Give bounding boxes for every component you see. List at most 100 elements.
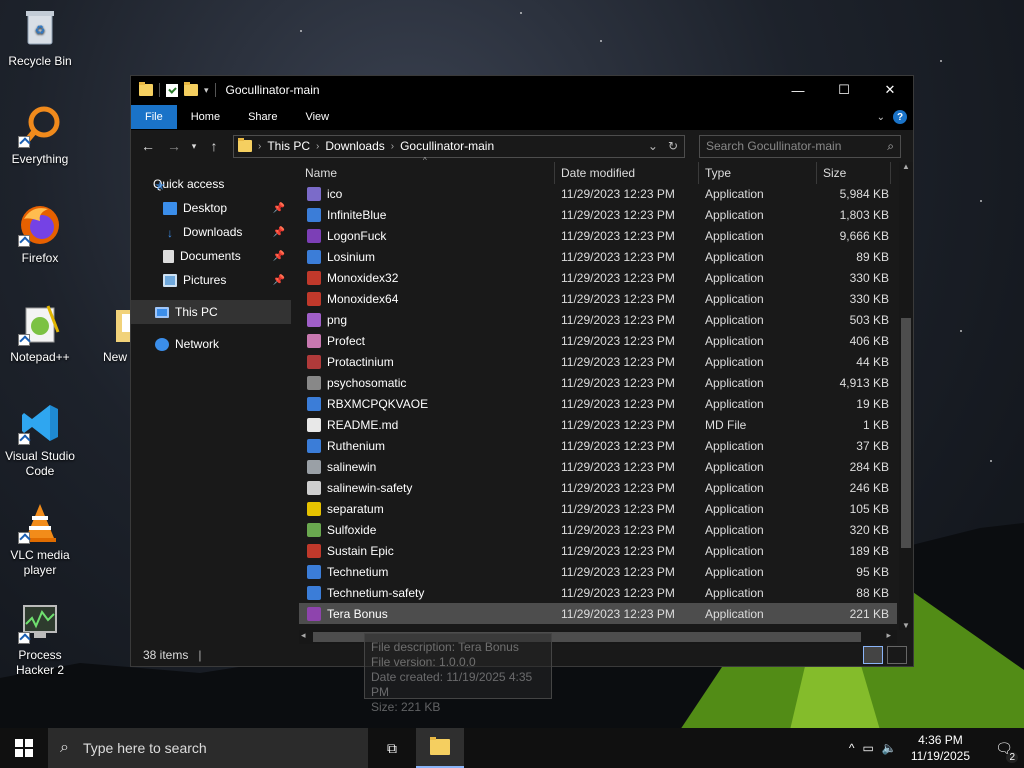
application-icon — [307, 438, 321, 453]
vertical-scrollbar[interactable]: ▲ ▼ — [899, 162, 913, 630]
file-row[interactable]: Sustain Epic 11/29/2023 12:23 PM Applicati… — [299, 540, 897, 561]
scrollbar-thumb[interactable] — [901, 318, 911, 548]
sidebar-item-documents[interactable]: Documents 📌 — [131, 244, 291, 268]
column-header-date-modified[interactable]: Date modified — [555, 162, 699, 184]
network-status-icon[interactable]: ▭ — [863, 741, 874, 755]
file-row[interactable]: Technetium-safety 11/29/2023 12:23 PM Appl… — [299, 582, 897, 603]
back-arrow-icon[interactable]: ← — [137, 135, 159, 157]
file-date-cell: 11/29/2023 12:23 PM — [561, 480, 675, 495]
volume-muted-icon[interactable]: 🔈 — [882, 741, 897, 755]
desktop-icon-vscode[interactable]: Visual Studio Code — [2, 401, 78, 479]
tab-home[interactable]: Home — [177, 104, 234, 130]
desktop-icon-everything[interactable]: Everything — [2, 104, 78, 167]
start-button[interactable] — [0, 728, 48, 768]
application-icon — [307, 333, 321, 348]
star-icon: ★ — [154, 177, 166, 193]
tab-view[interactable]: View — [291, 104, 343, 130]
new-folder-icon[interactable] — [184, 82, 198, 96]
file-row[interactable]: separatum 11/29/2023 12:23 PM Application 1… — [299, 498, 897, 519]
file-row[interactable]: Tera Bonus 11/29/2023 12:23 PM Application… — [299, 603, 897, 624]
file-date-cell: 11/29/2023 12:23 PM — [561, 564, 675, 579]
scroll-right-icon[interactable]: ▸ — [886, 630, 891, 641]
file-row[interactable]: psychosomatic 11/29/2023 12:23 PM Applicat… — [299, 372, 897, 393]
minimize-button[interactable]: — — [775, 76, 821, 104]
large-icons-view-button[interactable] — [887, 646, 907, 664]
forward-arrow-icon[interactable]: → — [163, 135, 185, 157]
maximize-button[interactable]: ☐ — [821, 76, 867, 104]
tab-file[interactable]: File — [131, 105, 177, 129]
file-row[interactable]: Protactinium 11/29/2023 12:23 PM Applicati… — [299, 351, 897, 372]
file-name-cell: RBXMCPQKVAOE — [299, 396, 555, 411]
properties-icon[interactable] — [166, 83, 178, 97]
file-date-cell: 11/29/2023 12:23 PM — [561, 375, 675, 390]
sidebar-item-downloads[interactable]: ↓ Downloads 📌 — [131, 220, 291, 244]
file-row[interactable]: README.md 11/29/2023 12:23 PM MD File 1 KB — [299, 414, 897, 435]
file-row[interactable]: RBXMCPQKVAOE 11/29/2023 12:23 PM Applicati… — [299, 393, 897, 414]
navigation-bar: ← → ▾ ↑ › This PC › Downloads › Gocullin… — [131, 130, 913, 162]
desktop-icon-vlc[interactable]: VLC media player — [2, 500, 78, 578]
file-row[interactable]: Monoxidex32 11/29/2023 12:23 PM Applicatio… — [299, 267, 897, 288]
desktop-icon-process-hacker[interactable]: Process Hacker 2 — [2, 600, 78, 678]
scroll-down-icon[interactable]: ▼ — [899, 621, 913, 630]
file-row[interactable]: salinewin 11/29/2023 12:23 PM Application 2… — [299, 456, 897, 477]
task-view-button[interactable]: ⧉ — [368, 728, 416, 768]
column-header-size[interactable]: Size — [817, 162, 891, 184]
everything-search-icon — [18, 104, 62, 148]
scroll-up-icon[interactable]: ▲ — [899, 162, 913, 171]
taskbar-file-explorer[interactable] — [416, 728, 464, 768]
desktop-icon-notepad-plus-plus[interactable]: Notepad++ — [2, 302, 78, 365]
customize-toolbar-icon[interactable]: ▾ — [204, 85, 209, 96]
refresh-icon[interactable]: ↻ — [668, 139, 678, 153]
taskbar-search-box[interactable]: ⌕ Type here to search — [48, 728, 368, 768]
file-row[interactable]: LogonFuck 11/29/2023 12:23 PM Application 9… — [299, 225, 897, 246]
up-arrow-icon[interactable]: ↑ — [203, 135, 225, 157]
file-size-cell: 406 KB — [849, 333, 889, 348]
sidebar-item-quick-access[interactable]: ★ Quick access — [131, 172, 291, 196]
action-center-button[interactable]: 🗨 2 — [984, 740, 1024, 763]
help-icon[interactable]: ? — [893, 110, 907, 124]
file-date-cell: 11/29/2023 12:23 PM — [561, 501, 675, 516]
breadcrumb-current-folder[interactable]: Gocullinator-main — [400, 139, 494, 153]
sidebar-item-desktop[interactable]: Desktop 📌 — [131, 196, 291, 220]
file-row[interactable]: png 11/29/2023 12:23 PM Application 503 KB — [299, 309, 897, 330]
file-row[interactable]: InfiniteBlue 11/29/2023 12:23 PM Applicati… — [299, 204, 897, 225]
show-hidden-icons-icon[interactable]: ^ — [849, 741, 855, 755]
file-name-cell: Protactinium — [299, 354, 555, 369]
file-size-cell: 284 KB — [849, 459, 889, 474]
file-row[interactable]: Technetium 11/29/2023 12:23 PM Application… — [299, 561, 897, 582]
breadcrumb-downloads[interactable]: Downloads — [325, 139, 384, 153]
file-row[interactable]: Sulfoxide 11/29/2023 12:23 PM Application 3… — [299, 519, 897, 540]
file-row[interactable]: salinewin-safety 11/29/2023 12:23 PM Appli… — [299, 477, 897, 498]
sidebar-item-this-pc[interactable]: This PC — [131, 300, 291, 324]
desktop-icon-recycle-bin[interactable]: ♻ Recycle Bin — [2, 6, 78, 69]
column-header-type[interactable]: Type — [699, 162, 817, 184]
pin-icon: 📌 — [272, 202, 285, 214]
file-row[interactable]: Monoxidex64 11/29/2023 12:23 PM Applicatio… — [299, 288, 897, 309]
sidebar-item-pictures[interactable]: Pictures 📌 — [131, 268, 291, 292]
file-row[interactable]: Losinium 11/29/2023 12:23 PM Application 89… — [299, 246, 897, 267]
application-icon — [307, 480, 321, 495]
expand-ribbon-icon[interactable]: ⌄ — [877, 112, 885, 123]
recent-locations-icon[interactable]: ▾ — [189, 135, 199, 157]
address-dropdown-icon[interactable]: ⌄ — [648, 139, 658, 153]
tab-share[interactable]: Share — [234, 104, 291, 130]
file-row[interactable]: Ruthenium 11/29/2023 12:23 PM Application 3… — [299, 435, 897, 456]
close-button[interactable]: ✕ — [867, 76, 913, 104]
file-row[interactable]: Profect 11/29/2023 12:23 PM Application 406… — [299, 330, 897, 351]
file-rows: ico 11/29/2023 12:23 PM Application 5,984 K… — [299, 183, 897, 624]
sidebar-item-network[interactable]: Network — [131, 332, 291, 356]
address-bar[interactable]: › This PC › Downloads › Gocullinator-mai… — [233, 134, 685, 158]
breadcrumb-this-pc[interactable]: This PC — [267, 139, 310, 153]
search-input[interactable]: Search Gocullinator-main ⌕ — [699, 134, 901, 158]
file-explorer-window[interactable]: ▾ Gocullinator-main — ☐ ✕ File Home Shar… — [130, 75, 914, 667]
quick-access-toolbar: ▾ — [139, 82, 216, 97]
column-header-name[interactable]: Name — [299, 162, 555, 184]
file-date-cell: 11/29/2023 12:23 PM — [561, 291, 675, 306]
taskbar-clock[interactable]: 4:36 PM 11/19/2025 — [905, 732, 976, 764]
file-row[interactable]: ico 11/29/2023 12:23 PM Application 5,984 K… — [299, 183, 897, 204]
details-view-button[interactable] — [863, 646, 883, 664]
title-bar[interactable]: ▾ Gocullinator-main — ☐ ✕ — [131, 76, 913, 104]
windows-logo-icon — [15, 739, 33, 757]
scroll-left-icon[interactable]: ◂ — [301, 630, 306, 641]
desktop-icon-firefox[interactable]: Firefox — [2, 203, 78, 266]
